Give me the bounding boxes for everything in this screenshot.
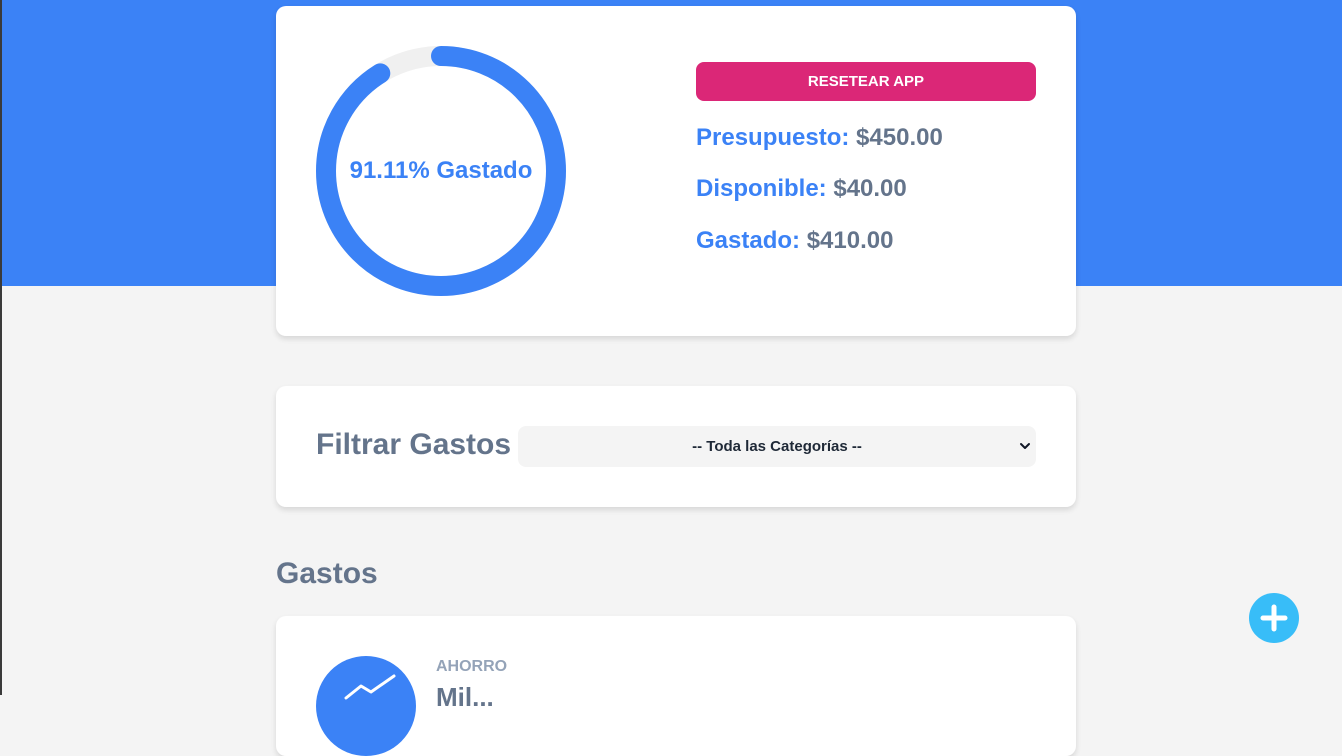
category-filter-select[interactable]: -- Toda las Categorías -- [518,426,1036,467]
budget-spent-value: $410.00 [806,227,894,254]
progress-percentage-label: 91.11% Gastado [349,157,533,184]
savings-chart-icon [316,656,416,756]
budget-spent-label: Gastado: [696,227,801,254]
chevron-down-icon [1020,443,1030,449]
budget-total: Presupuesto: $450.00 [696,124,943,152]
expense-item[interactable]: Ahorro Mil... [276,616,1076,756]
budget-total-value: $450.00 [856,124,943,151]
filter-card: Filtrar Gastos -- Toda las Categorías -- [276,386,1076,507]
expense-category: Ahorro [436,658,508,675]
budget-progress-ring: 91.11% Gastado [316,46,566,296]
expenses-section-title: Gastos [276,557,378,590]
budget-available-label: Disponible: [696,175,827,202]
filter-title: Filtrar Gastos [316,428,512,461]
reset-app-button[interactable]: Resetear App [696,62,1036,101]
category-filter-selected-value: -- Toda las Categorías -- [692,438,862,455]
expense-name: Mil... [436,682,494,712]
add-expense-button[interactable] [1249,593,1299,643]
budget-summary-card: 91.11% Gastado Resetear App Presupuesto:… [276,6,1076,336]
savings-chart-icon-graphic [344,674,396,700]
budget-total-label: Presupuesto: [696,124,850,151]
budget-spent: Gastado: $410.00 [696,227,893,255]
plus-icon [1260,604,1288,632]
budget-available: Disponible: $40.00 [696,175,907,203]
budget-available-value: $40.00 [833,175,907,202]
